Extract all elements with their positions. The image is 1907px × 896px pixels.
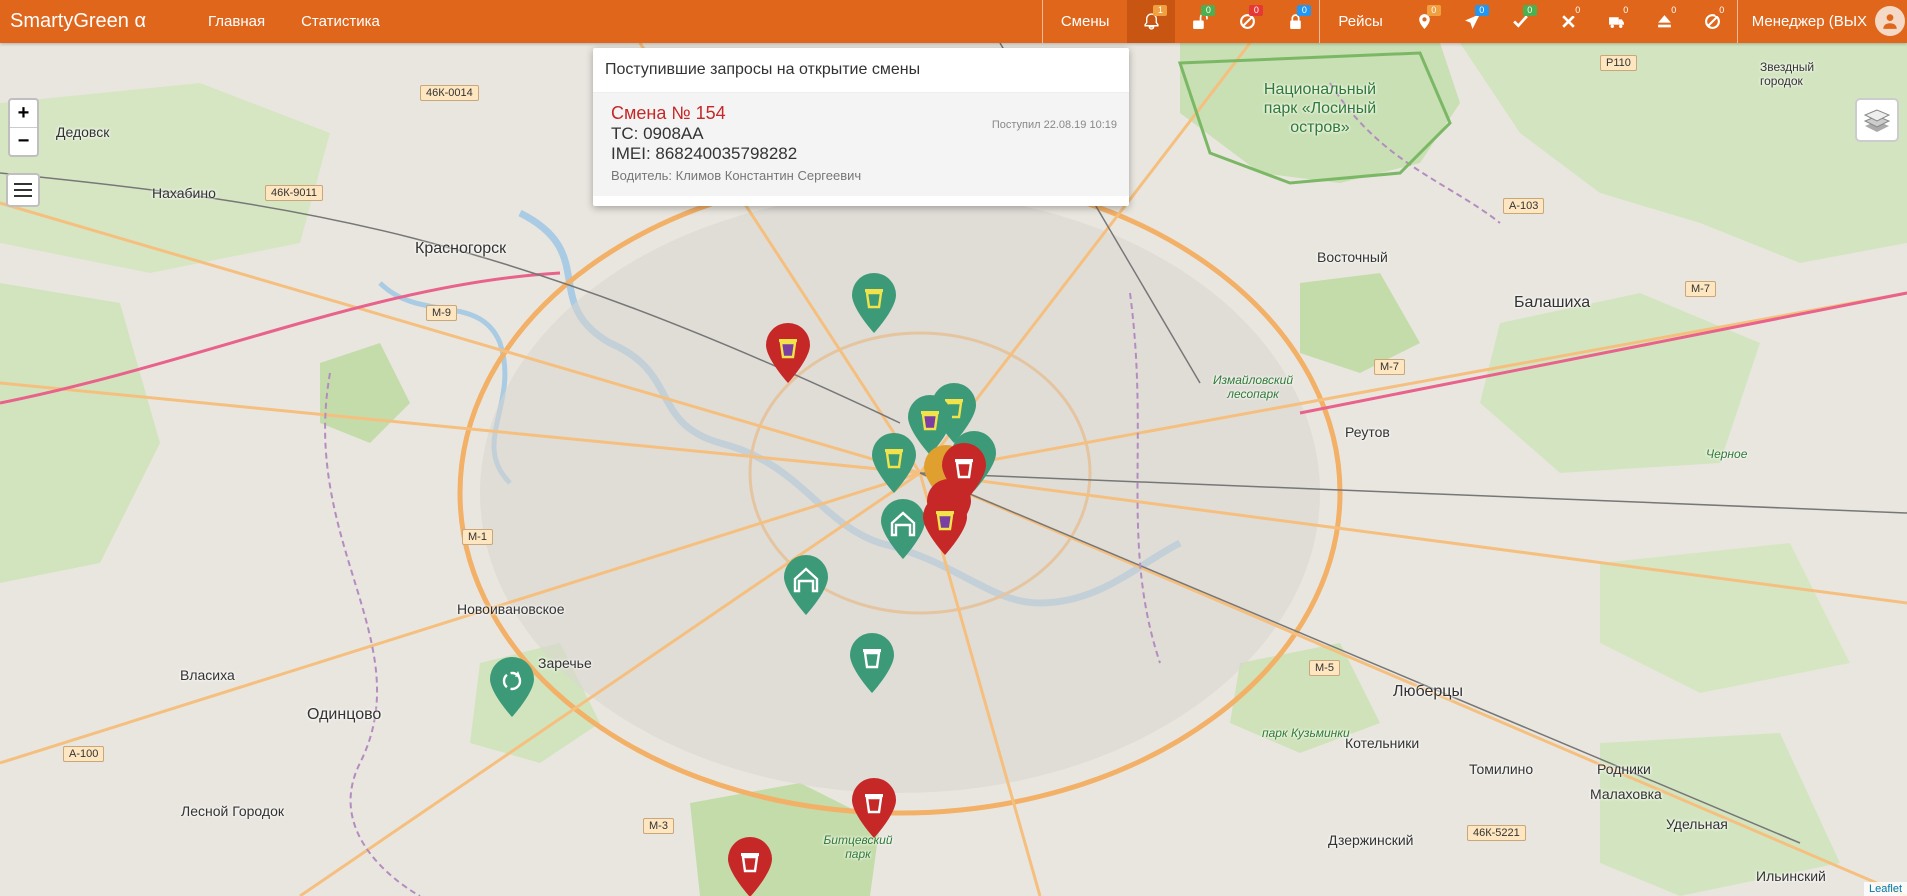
trash-bin-icon — [779, 339, 797, 359]
trips-unloading-button[interactable]: 0 — [1641, 0, 1689, 43]
trips-accepted-button[interactable]: 0 — [1497, 0, 1545, 43]
avatar[interactable] — [1875, 6, 1905, 36]
road-shield: М-7 — [1374, 359, 1405, 375]
place-label: Заречье — [538, 655, 592, 671]
shift-requests-badge: 1 — [1153, 5, 1168, 16]
place-label: Лесной Городок — [181, 803, 284, 819]
depot-marker[interactable] — [879, 499, 927, 561]
bin-marker-green[interactable] — [848, 633, 896, 695]
bin-marker-red[interactable] — [921, 495, 969, 557]
trips-label[interactable]: Рейсы — [1320, 13, 1400, 30]
nav-home[interactable]: Главная — [190, 13, 283, 30]
bin-marker-green[interactable] — [870, 433, 918, 495]
shift-request-item[interactable]: Смена № 154 ТС: 0908АА IMEI: 86824003579… — [593, 93, 1129, 196]
zoom-out-button[interactable]: − — [10, 127, 37, 155]
trips-cancelled-badge: 0 — [1714, 5, 1729, 16]
open-shifts-badge: 0 — [1201, 5, 1216, 16]
place-label: Власиха — [180, 667, 235, 683]
open-shifts-button[interactable]: 0 — [1175, 0, 1223, 43]
road-shield: 46К-5221 — [1467, 825, 1526, 841]
place-label: Балашиха — [1514, 294, 1591, 311]
shift-requests-popup: Поступившие запросы на открытие смены См… — [593, 48, 1129, 206]
place-label: Дзержинский — [1328, 832, 1414, 848]
user-icon — [1883, 14, 1897, 29]
closed-shifts-button[interactable]: 0 — [1271, 0, 1319, 43]
bin-marker-red[interactable] — [764, 323, 812, 385]
trips-declined-badge: 0 — [1570, 5, 1585, 16]
trash-bin-icon — [921, 411, 939, 431]
place-label: Звездный городок — [1760, 60, 1815, 88]
place-label: Родники — [1597, 761, 1651, 777]
place-label: Красногорск — [415, 240, 507, 257]
trips-planned-badge: 0 — [1426, 5, 1441, 16]
hamburger-icon — [14, 183, 32, 197]
place-label: Котельники — [1345, 735, 1420, 751]
road-shield: М-7 — [1685, 281, 1716, 297]
road-shield: М-9 — [426, 305, 457, 321]
layers-button[interactable] — [1855, 98, 1899, 142]
zoom-control: + − — [8, 98, 39, 157]
trips-planned-button[interactable]: 0 — [1401, 0, 1449, 43]
park-label: парк Кузьминки — [1262, 726, 1350, 740]
place-label: Люберцы — [1393, 683, 1463, 700]
trips-sent-button[interactable]: 0 — [1449, 0, 1497, 43]
rejected-shifts-badge: 0 — [1249, 5, 1264, 16]
popup-title: Поступившие запросы на открытие смены — [593, 48, 1129, 93]
trips-cancelled-button[interactable]: 0 — [1689, 0, 1737, 43]
place-label: Новоивановское — [457, 601, 565, 617]
received-timestamp: Поступил 22.08.19 10:19 — [991, 119, 1117, 131]
bin-marker-red[interactable] — [726, 837, 774, 896]
leaflet-attribution[interactable]: Leaflet — [1863, 882, 1907, 896]
driver-name: Водитель: Климов Константин Сергеевич — [611, 168, 862, 183]
place-label: Томилино — [1469, 761, 1534, 777]
park-label: Черное — [1706, 447, 1748, 461]
road-shield: А-100 — [63, 746, 105, 762]
road-shield: М-1 — [462, 529, 493, 545]
closed-shifts-badge: 0 — [1297, 5, 1312, 16]
park-label: Измайловский лесопарк — [1212, 373, 1294, 401]
road-shield: М-5 — [1309, 660, 1340, 676]
trips-in-progress-badge: 0 — [1618, 5, 1633, 16]
place-label: Одинцово — [307, 706, 382, 723]
zoom-in-button[interactable]: + — [10, 100, 37, 127]
layers-icon — [1863, 109, 1891, 132]
road-shield: Р110 — [1600, 55, 1637, 71]
road-shield: 46К-0014 — [420, 85, 479, 101]
rejected-shifts-button[interactable]: 0 — [1223, 0, 1271, 43]
menu-button[interactable] — [6, 173, 40, 207]
bin-marker-red[interactable] — [850, 778, 898, 840]
depot-marker[interactable] — [782, 555, 830, 617]
nav-statistics[interactable]: Статистика — [283, 13, 398, 30]
imei-number: IMEI: 868240035798282 — [611, 144, 798, 163]
recycling-marker[interactable] — [488, 657, 536, 719]
place-label: Нахабино — [152, 185, 216, 201]
trips-declined-button[interactable]: 0 — [1545, 0, 1593, 43]
road-shield: 46К-9011 — [265, 185, 323, 201]
trips-sent-badge: 0 — [1474, 5, 1489, 16]
brand-logo[interactable]: SmartyGreen α — [0, 10, 190, 33]
trips-unloading-badge: 0 — [1666, 5, 1681, 16]
place-label: Реутов — [1345, 424, 1390, 440]
shift-requests-button[interactable]: 1 — [1127, 0, 1176, 43]
trips-accepted-badge: 0 — [1522, 5, 1537, 16]
place-label: Восточный — [1317, 249, 1388, 265]
place-label: Удельная — [1666, 816, 1728, 832]
top-navbar: SmartyGreen α Главная Статистика Смены 1… — [0, 0, 1907, 43]
road-shield: А-103 — [1503, 198, 1545, 214]
trash-bin-icon — [936, 511, 954, 531]
place-label: Ильинский — [1756, 868, 1826, 884]
trips-in-progress-button[interactable]: 0 — [1593, 0, 1641, 43]
place-label: Дедовск — [56, 124, 110, 140]
shifts-label[interactable]: Смены — [1043, 13, 1128, 30]
bin-marker-green[interactable] — [850, 273, 898, 335]
national-park-label: Национальный парк «Лосиный остров» — [1263, 81, 1377, 136]
place-label: Малаховка — [1590, 786, 1662, 802]
road-shield: М-3 — [643, 818, 674, 834]
